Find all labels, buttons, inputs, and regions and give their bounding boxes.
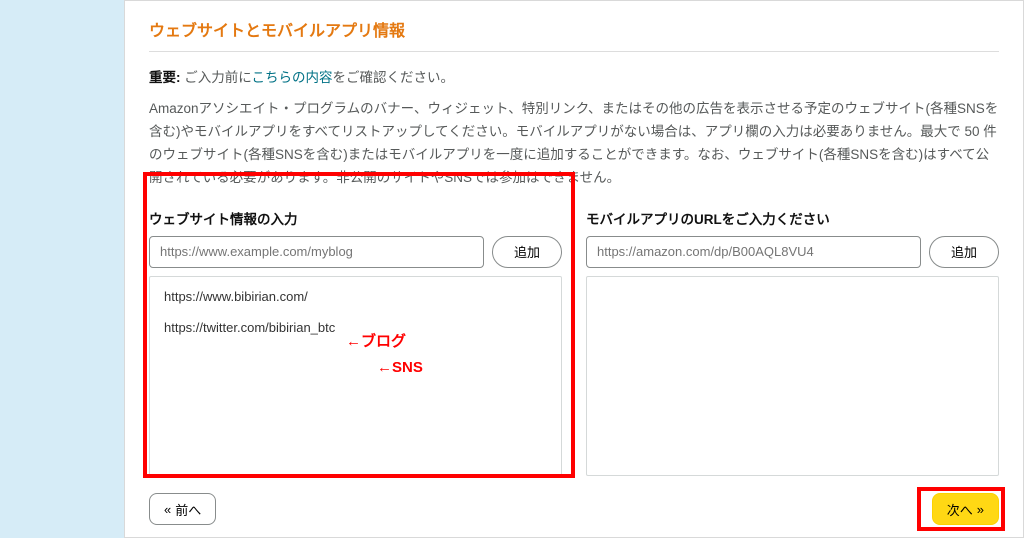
divider bbox=[149, 51, 999, 52]
mobile-section-label: モバイルアプリのURLをご入力ください bbox=[586, 208, 999, 228]
website-section-label: ウェブサイト情報の入力 bbox=[149, 208, 562, 228]
prev-button-label: 前へ bbox=[175, 500, 201, 519]
prev-button[interactable]: « 前へ bbox=[149, 493, 216, 525]
website-add-button[interactable]: 追加 bbox=[492, 236, 562, 268]
chevron-right-icon: » bbox=[977, 502, 984, 517]
page-title: ウェブサイトとモバイルアプリ情報 bbox=[149, 17, 999, 41]
description-text: Amazonアソシエイト・プログラムのバナー、ウィジェット、特別リンク、またはそ… bbox=[149, 98, 999, 190]
important-notice: 重要: ご入力前にこちらの内容をご確認ください。 bbox=[149, 66, 999, 86]
important-text-before: ご入力前に bbox=[184, 70, 251, 85]
list-item: https://www.bibirian.com/ bbox=[164, 289, 547, 304]
mobile-app-column: モバイルアプリのURLをご入力ください 追加 bbox=[586, 208, 999, 476]
website-url-input[interactable] bbox=[149, 236, 484, 268]
important-text-after: をご確認ください。 bbox=[333, 70, 455, 85]
mobile-add-button[interactable]: 追加 bbox=[929, 236, 999, 268]
chevron-left-icon: « bbox=[164, 502, 171, 517]
important-prefix: 重要: bbox=[149, 70, 181, 85]
annotation-blog: ←ブログ bbox=[346, 330, 406, 351]
important-link[interactable]: こちらの内容 bbox=[252, 70, 333, 85]
next-button-label: 次へ bbox=[947, 500, 973, 519]
annotation-sns: ←SNS bbox=[377, 359, 423, 376]
website-column: ウェブサイト情報の入力 追加 https://www.bibirian.com/… bbox=[149, 208, 562, 476]
next-button[interactable]: 次へ » bbox=[932, 493, 999, 525]
mobile-list-box bbox=[586, 276, 999, 476]
website-list-box: https://www.bibirian.com/ https://twitte… bbox=[149, 276, 562, 476]
mobile-url-input[interactable] bbox=[586, 236, 921, 268]
